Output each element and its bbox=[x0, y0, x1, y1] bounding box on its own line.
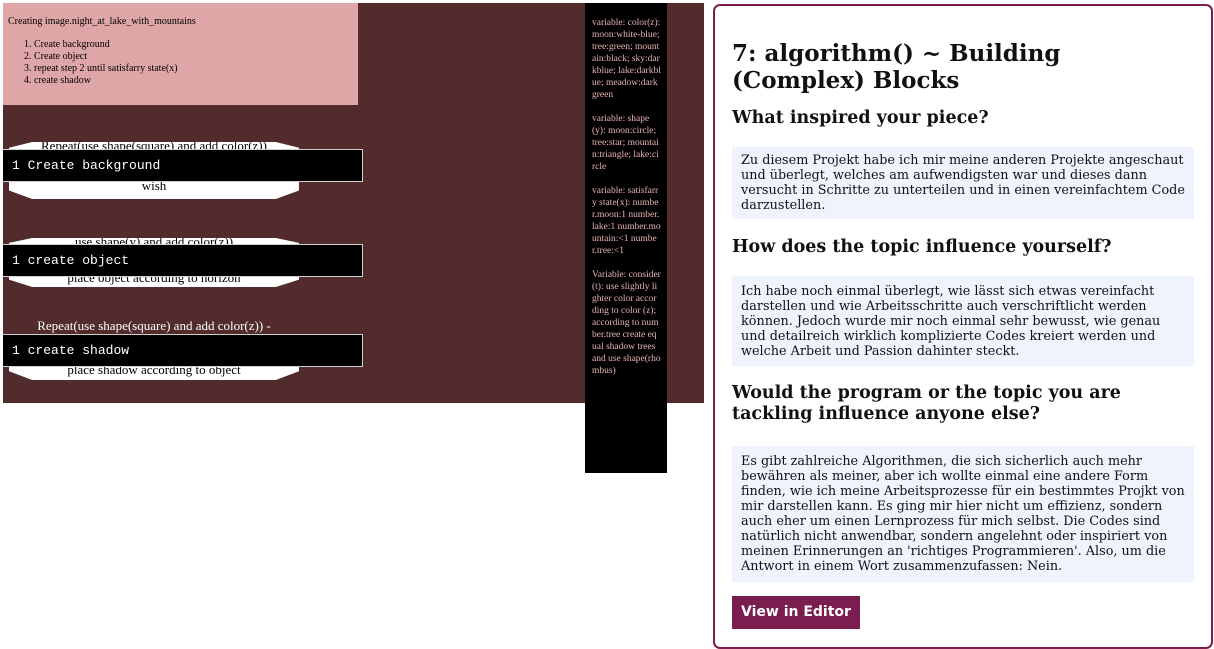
page-title: 7: algorithm() ~ Building (Complex) Bloc… bbox=[732, 40, 1061, 94]
answer-block: Zu diesem Projekt habe ich mir meine and… bbox=[732, 147, 1194, 219]
project-info-panel: 7: algorithm() ~ Building (Complex) Bloc… bbox=[713, 4, 1213, 649]
code-line-shadow: 1 create shadow bbox=[3, 334, 363, 367]
recipe-steps: Create background Create object repeat s… bbox=[8, 39, 353, 87]
line-number: 1 bbox=[12, 158, 20, 173]
question-heading: What inspired your piece? bbox=[732, 108, 989, 128]
code-text: create object bbox=[27, 253, 130, 268]
code-line-object: 1 create object bbox=[3, 244, 363, 277]
line-number: 1 bbox=[12, 343, 20, 358]
variable-shape: variable: shape(y): moon:circle; tree:st… bbox=[592, 114, 659, 172]
answer-block: Ich habe noch einmal überlegt, wie lässt… bbox=[732, 276, 1194, 366]
recipe-step: Create object bbox=[34, 51, 353, 63]
cloud-text-line: Repeat(use shape(square) and add color(z… bbox=[37, 318, 271, 333]
recipe-title: Creating image.night_at_lake_with_mounta… bbox=[8, 16, 196, 27]
line-number: 1 bbox=[12, 253, 20, 268]
recipe-step: create shadow bbox=[34, 75, 353, 87]
question-heading: How does the topic influence yourself? bbox=[732, 237, 1112, 257]
variable-state: variable: satisfarry state(x): number.mo… bbox=[592, 186, 661, 256]
variable-consider: Variable: consider (t): use slightly lig… bbox=[592, 270, 661, 376]
code-text: Create background bbox=[27, 158, 161, 173]
variables-panel: variable: color(z): moon:white-blue; tre… bbox=[585, 3, 667, 473]
variable-color: variable: color(z): moon:white-blue; tre… bbox=[592, 18, 661, 100]
recipe-box: Creating image.night_at_lake_with_mounta… bbox=[3, 3, 358, 105]
recipe-step: repeat step 2 until satisfarry state(x) bbox=[34, 63, 353, 75]
answer-block: Es gibt zahlreiche Algorithmen, die sich… bbox=[732, 446, 1194, 582]
code-text: create shadow bbox=[27, 343, 130, 358]
view-in-editor-button[interactable]: View in Editor bbox=[732, 596, 860, 629]
recipe-step: Create background bbox=[34, 39, 353, 51]
code-line-background: 1 Create background bbox=[3, 149, 363, 182]
question-heading: Would the program or the topic you are t… bbox=[732, 383, 1121, 424]
